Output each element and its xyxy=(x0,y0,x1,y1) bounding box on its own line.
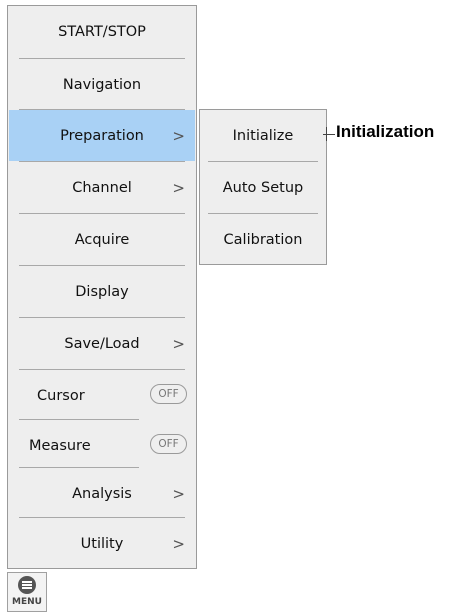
chevron-right-icon: > xyxy=(172,178,185,197)
menu-item-navigation[interactable]: Navigation xyxy=(9,59,195,110)
menu-item-label: Preparation xyxy=(60,127,144,144)
menu-item-acquire[interactable]: Acquire xyxy=(9,214,195,265)
menu-item-analysis[interactable]: Analysis > xyxy=(9,468,195,519)
menu-item-label: Cursor xyxy=(37,387,85,404)
menu-item-measure[interactable]: Measure OFF xyxy=(9,420,195,471)
callout-tick xyxy=(326,127,327,141)
chevron-right-icon: > xyxy=(172,126,185,145)
menu-item-channel[interactable]: Channel > xyxy=(9,162,195,213)
menu-item-preparation[interactable]: Preparation > xyxy=(9,110,195,161)
chevron-right-icon: > xyxy=(172,484,185,503)
preparation-submenu: Initialize Auto Setup Calibration xyxy=(199,109,327,265)
menu-item-label: Acquire xyxy=(74,231,130,248)
menu-disc-icon xyxy=(18,576,36,594)
chevron-right-icon: > xyxy=(172,334,185,353)
initialization-callout: Initialization xyxy=(336,122,435,141)
menu-item-label: Save/Load xyxy=(64,335,140,352)
menu-item-save-load[interactable]: Save/Load > xyxy=(9,318,195,369)
submenu-item-label: Initialize xyxy=(232,127,294,144)
menu-item-label: Navigation xyxy=(62,76,142,93)
menu-item-label: Utility xyxy=(80,535,124,552)
submenu-item-label: Calibration xyxy=(223,231,303,248)
chevron-right-icon: > xyxy=(172,534,185,553)
menu-button[interactable]: MENU xyxy=(7,572,47,612)
menu-item-display[interactable]: Display xyxy=(9,266,195,317)
measure-off-toggle[interactable]: OFF xyxy=(150,434,187,454)
menu-item-label: START/STOP xyxy=(58,23,146,40)
menu-item-label: Display xyxy=(75,283,129,300)
submenu-item-auto-setup[interactable]: Auto Setup xyxy=(200,162,326,213)
menu-item-label: Measure xyxy=(29,437,91,454)
menu-item-label: Analysis xyxy=(72,485,132,502)
menu-item-utility[interactable]: Utility > xyxy=(9,518,195,569)
menu-item-start-stop[interactable]: START/STOP xyxy=(9,6,195,57)
submenu-item-calibration[interactable]: Calibration xyxy=(200,214,326,265)
cursor-off-toggle[interactable]: OFF xyxy=(150,384,187,404)
menu-item-label: Channel xyxy=(72,179,132,196)
submenu-item-label: Auto Setup xyxy=(222,179,304,196)
menu-button-caption: MENU xyxy=(12,597,42,607)
submenu-item-initialize[interactable]: Initialize xyxy=(200,110,326,161)
callout-line xyxy=(323,134,335,135)
menu-item-cursor[interactable]: Cursor OFF xyxy=(9,370,195,421)
main-menu-panel: START/STOP Navigation Preparation > Chan… xyxy=(7,5,197,569)
